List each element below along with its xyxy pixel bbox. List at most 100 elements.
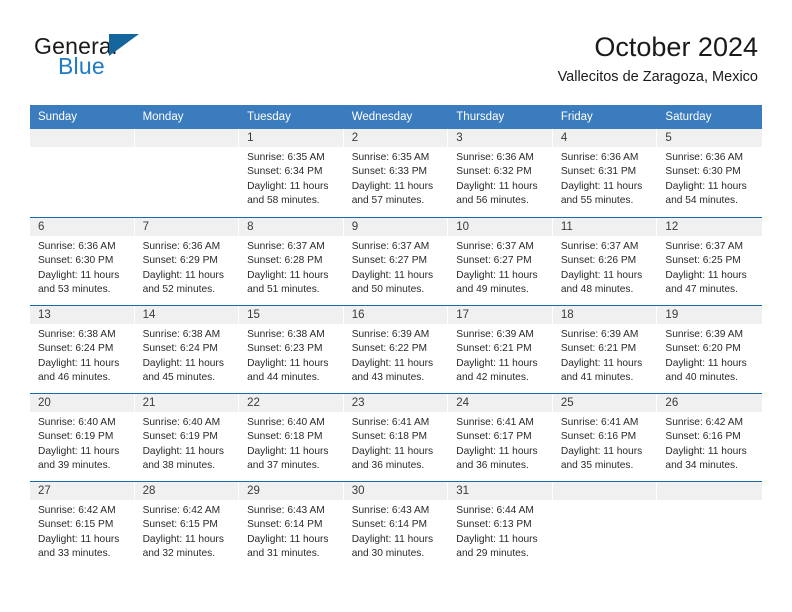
day-number: 15 [247, 309, 260, 321]
day-number: 11 [560, 221, 573, 233]
day-cell[interactable]: 26 Sunrise: 6:42 AM Sunset: 6:16 PM Dayl… [657, 394, 762, 481]
sunrise-text: Sunrise: 6:42 AM [38, 505, 116, 516]
sunset-text: Sunset: 6:22 PM [351, 343, 428, 355]
day-cell[interactable]: 30 Sunrise: 6:43 AM Sunset: 6:14 PM Dayl… [344, 482, 449, 569]
day-cell[interactable]: 27 Sunrise: 6:42 AM Sunset: 6:15 PM Dayl… [30, 482, 135, 569]
sunset-text: Sunset: 6:19 PM [38, 431, 114, 443]
flag-triangle-icon [109, 34, 139, 56]
weekday-friday: Friday [560, 111, 593, 123]
day-cell[interactable]: 22 Sunrise: 6:40 AM Sunset: 6:18 PM Dayl… [239, 394, 344, 481]
week-row: 13 Sunrise: 6:38 AM Sunset: 6:24 PM Dayl… [30, 305, 762, 393]
day-info: Sunrise: 6:43 AM Sunset: 6:14 PM Dayligh… [344, 500, 448, 562]
day-number: 5 [665, 132, 672, 144]
day-cell[interactable]: 20 Sunrise: 6:40 AM Sunset: 6:19 PM Dayl… [30, 394, 135, 481]
sunrise-text: Sunrise: 6:40 AM [142, 417, 221, 428]
weekday-header-row: Sunday Monday Tuesday Wednesday Thursday… [30, 105, 762, 129]
day-info: Sunrise: 6:40 AM Sunset: 6:19 PM Dayligh… [135, 412, 239, 474]
day-info: Sunrise: 6:39 AM Sunset: 6:20 PM Dayligh… [657, 324, 762, 386]
day-cell[interactable]: 9 Sunrise: 6:37 AM Sunset: 6:27 PM Dayli… [344, 218, 449, 305]
calendar-page: General Blue October 2024 Vallecitos de … [0, 0, 792, 612]
week-row: 20 Sunrise: 6:40 AM Sunset: 6:19 PM Dayl… [30, 393, 762, 481]
daylight-text-line2: and 48 minutes. [560, 284, 634, 296]
daylight-text-line1: Daylight: 11 hours [665, 357, 747, 369]
daylight-text-line2: and 47 minutes. [665, 284, 738, 296]
day-info: Sunrise: 6:36 AM Sunset: 6:31 PM Dayligh… [553, 147, 657, 209]
day-cell [553, 482, 658, 569]
sunset-text: Sunset: 6:32 PM [456, 166, 532, 178]
day-cell [135, 129, 240, 217]
day-cell [657, 482, 762, 569]
sunset-text: Sunset: 6:21 PM [456, 343, 532, 355]
day-number: 7 [142, 221, 149, 233]
day-cell[interactable]: 24 Sunrise: 6:41 AM Sunset: 6:17 PM Dayl… [448, 394, 553, 481]
week-row: 27 Sunrise: 6:42 AM Sunset: 6:15 PM Dayl… [30, 481, 762, 569]
day-number: 2 [351, 132, 359, 144]
day-cell[interactable]: 28 Sunrise: 6:42 AM Sunset: 6:15 PM Dayl… [135, 482, 240, 569]
day-number: 22 [247, 397, 260, 409]
day-number: 28 [142, 485, 156, 497]
day-cell[interactable]: 3 Sunrise: 6:36 AM Sunset: 6:32 PM Dayli… [448, 129, 553, 217]
sunrise-text: Sunrise: 6:36 AM [38, 241, 116, 252]
sunrise-text: Sunrise: 6:35 AM [351, 152, 430, 163]
day-number: 8 [247, 221, 254, 233]
day-info: Sunrise: 6:41 AM Sunset: 6:16 PM Dayligh… [553, 412, 657, 474]
daylight-text-line2: and 45 minutes. [142, 372, 216, 384]
day-cell[interactable]: 15 Sunrise: 6:38 AM Sunset: 6:23 PM Dayl… [239, 306, 344, 393]
weekday-sunday: Sunday [38, 111, 78, 123]
sunset-text: Sunset: 6:17 PM [456, 431, 532, 443]
day-info: Sunrise: 6:40 AM Sunset: 6:18 PM Dayligh… [239, 412, 343, 474]
brand-logo: General Blue [34, 33, 254, 89]
day-cell[interactable]: 4 Sunrise: 6:36 AM Sunset: 6:31 PM Dayli… [553, 129, 658, 217]
daylight-text-line2: and 31 minutes. [247, 548, 320, 560]
day-cell[interactable]: 21 Sunrise: 6:40 AM Sunset: 6:19 PM Dayl… [135, 394, 240, 481]
day-cell[interactable]: 19 Sunrise: 6:39 AM Sunset: 6:20 PM Dayl… [657, 306, 762, 393]
daylight-text-line1: Daylight: 11 hours [247, 445, 329, 457]
sunrise-text: Sunrise: 6:41 AM [351, 417, 430, 428]
day-info: Sunrise: 6:42 AM Sunset: 6:15 PM Dayligh… [30, 500, 134, 562]
daylight-text-line2: and 58 minutes. [247, 195, 320, 207]
day-cell[interactable]: 1 Sunrise: 6:35 AM Sunset: 6:34 PM Dayli… [239, 129, 344, 217]
daylight-text-line1: Daylight: 11 hours [456, 269, 538, 281]
day-cell[interactable]: 18 Sunrise: 6:39 AM Sunset: 6:21 PM Dayl… [553, 306, 658, 393]
sunset-text: Sunset: 6:21 PM [560, 343, 637, 355]
sunrise-text: Sunrise: 6:38 AM [247, 329, 325, 340]
day-cell[interactable]: 12 Sunrise: 6:37 AM Sunset: 6:25 PM Dayl… [657, 218, 762, 305]
sunset-text: Sunset: 6:15 PM [38, 519, 114, 531]
day-cell[interactable]: 16 Sunrise: 6:39 AM Sunset: 6:22 PM Dayl… [344, 306, 449, 393]
daylight-text-line2: and 41 minutes. [560, 372, 634, 384]
daylight-text-line1: Daylight: 11 hours [456, 180, 538, 192]
sunset-text: Sunset: 6:18 PM [351, 431, 428, 443]
day-cell[interactable]: 6 Sunrise: 6:36 AM Sunset: 6:30 PM Dayli… [30, 218, 135, 305]
weekday-monday: Monday [142, 111, 184, 123]
day-cell[interactable]: 8 Sunrise: 6:37 AM Sunset: 6:28 PM Dayli… [239, 218, 344, 305]
day-cell[interactable]: 23 Sunrise: 6:41 AM Sunset: 6:18 PM Dayl… [344, 394, 449, 481]
day-number: 12 [665, 221, 679, 233]
daylight-text-line1: Daylight: 11 hours [38, 357, 120, 369]
day-cell[interactable]: 31 Sunrise: 6:44 AM Sunset: 6:13 PM Dayl… [448, 482, 553, 569]
sunset-text: Sunset: 6:16 PM [665, 431, 741, 443]
daylight-text-line2: and 38 minutes. [142, 460, 216, 472]
day-number: 23 [351, 397, 365, 409]
sunset-text: Sunset: 6:16 PM [560, 431, 637, 443]
day-cell[interactable]: 25 Sunrise: 6:41 AM Sunset: 6:16 PM Dayl… [553, 394, 658, 481]
sunset-text: Sunset: 6:31 PM [560, 166, 637, 178]
day-number: 21 [142, 397, 156, 409]
daylight-text-line1: Daylight: 11 hours [247, 269, 329, 281]
day-cell[interactable]: 2 Sunrise: 6:35 AM Sunset: 6:33 PM Dayli… [344, 129, 449, 217]
day-cell[interactable]: 5 Sunrise: 6:36 AM Sunset: 6:30 PM Dayli… [657, 129, 762, 217]
daylight-text-line1: Daylight: 11 hours [142, 357, 224, 369]
day-cell[interactable]: 17 Sunrise: 6:39 AM Sunset: 6:21 PM Dayl… [448, 306, 553, 393]
weekday-thursday: Thursday [456, 111, 505, 123]
sunset-text: Sunset: 6:33 PM [351, 166, 428, 178]
day-cell[interactable]: 29 Sunrise: 6:43 AM Sunset: 6:14 PM Dayl… [239, 482, 344, 569]
day-number: 14 [142, 309, 156, 321]
day-cell[interactable]: 10 Sunrise: 6:37 AM Sunset: 6:27 PM Dayl… [448, 218, 553, 305]
daylight-text-line2: and 39 minutes. [38, 460, 111, 472]
day-cell[interactable]: 7 Sunrise: 6:36 AM Sunset: 6:29 PM Dayli… [135, 218, 240, 305]
day-cell[interactable]: 14 Sunrise: 6:38 AM Sunset: 6:24 PM Dayl… [135, 306, 240, 393]
daylight-text-line2: and 37 minutes. [247, 460, 320, 472]
sunset-text: Sunset: 6:19 PM [142, 431, 218, 443]
day-cell[interactable]: 11 Sunrise: 6:37 AM Sunset: 6:26 PM Dayl… [553, 218, 658, 305]
day-cell[interactable]: 13 Sunrise: 6:38 AM Sunset: 6:24 PM Dayl… [30, 306, 135, 393]
daylight-text-line1: Daylight: 11 hours [247, 533, 329, 545]
